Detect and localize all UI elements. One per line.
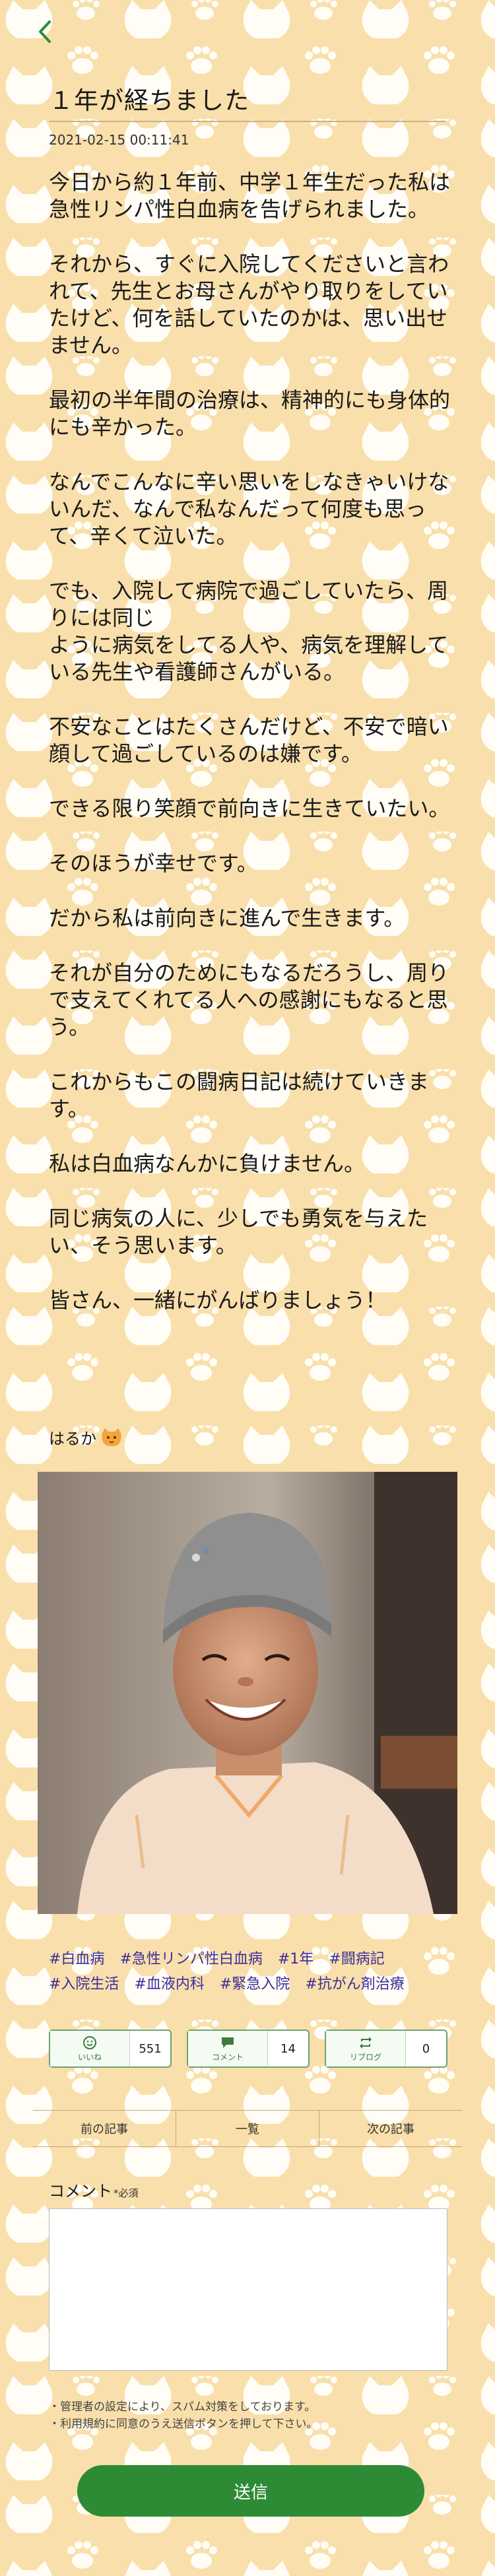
- post-paragraph: これからもこの闘病日記は続けていきます。: [49, 1069, 430, 1121]
- reblog-icon: [360, 2036, 372, 2049]
- spam-note: ・管理者の設定により、スパム対策をしております。: [49, 2400, 316, 2414]
- like-button-label: いいね: [50, 2031, 130, 2066]
- post-paragraph: そのほうが幸せです。: [49, 851, 258, 876]
- hashtag-link[interactable]: #入院生活: [49, 1972, 119, 1997]
- post-paragraph: でも、入院して病院で過ごしていたら、周りには同じ ように病気をしてる人や、病気を…: [49, 578, 449, 684]
- author-signature: はるか: [49, 1426, 123, 1449]
- comment-count: 14: [280, 2041, 296, 2056]
- article-navigation: 前の記事 一覧 次の記事: [33, 2110, 462, 2147]
- reblog-button-label: リブログ: [326, 2031, 406, 2066]
- post-paragraph: できる限り笑顔で前向きに生きていたい。: [49, 796, 450, 821]
- chevron-left-icon: [39, 20, 51, 43]
- post-date: 2021-02-15 00:11:41: [49, 132, 189, 148]
- submit-button[interactable]: 送信: [77, 2465, 424, 2517]
- title-divider: [49, 121, 446, 122]
- post-paragraph: だから私は前向きに進んで生きます。: [49, 906, 405, 931]
- comment-button-label: コメント: [188, 2031, 268, 2066]
- cat-face-icon: [102, 1428, 121, 1446]
- hashtag-link[interactable]: #白血病: [49, 1947, 104, 1972]
- like-button[interactable]: いいね 551: [49, 2030, 172, 2068]
- post-paragraph: 私は白血病なんかに負けません。: [49, 1151, 366, 1176]
- back-button[interactable]: [32, 18, 58, 45]
- like-label: いいね: [77, 2052, 102, 2062]
- tag-list: #白血病 #急性リンパ性白血病 #1年 #闘病記 #入院生活 #血液内科 #緊急…: [49, 1947, 451, 1997]
- hashtag-link[interactable]: #緊急入院: [220, 1972, 290, 1997]
- post-paragraph: 皆さん、一緒にがんばりましょう！: [49, 1288, 387, 1313]
- smile-icon: [83, 2035, 96, 2049]
- post-paragraph: なんでこんなに辛い思いをしなきゃいけないんだ、なんで私なんだって何度も思って、辛…: [49, 469, 449, 548]
- hashtag-link[interactable]: #血液内科: [134, 1972, 204, 1997]
- terms-note: ・利用規約に同意のうえ送信ボタンを押して下さい。: [49, 2418, 318, 2431]
- hashtag-link[interactable]: #1年: [278, 1947, 314, 1972]
- post-paragraph: 不安なことはたくさんだけど、不安で暗い顔して過ごしているのは嫌です。: [49, 714, 449, 766]
- comment-notes: ・管理者の設定により、スパム対策をしております。 ・利用規約に同意のうえ送信ボタ…: [49, 2398, 318, 2433]
- post-body: 今日から約１年前、中学１年生だった私は急性リンパ性白血病を告げられました。 それ…: [49, 169, 451, 1314]
- post-paragraph: それが自分のためにもなるだろうし、周りで支えてくれてる人への感謝にもなると思う。: [49, 960, 449, 1040]
- comment-form-label: コメント *必須: [49, 2178, 139, 2201]
- like-count: 551: [139, 2041, 162, 2056]
- comment-textarea[interactable]: [49, 2208, 447, 2371]
- post-title: １年が経ちました: [49, 86, 249, 115]
- hashtag-link[interactable]: #急性リンパ性白血病: [119, 1947, 262, 1972]
- post-paragraph: 同じ病気の人に、少しでも勇気を与えたい、そう思います。: [49, 1206, 428, 1258]
- comment-label: コメント: [211, 2052, 244, 2062]
- reblog-button[interactable]: リブログ 0: [325, 2030, 447, 2068]
- article-list-link[interactable]: 一覧: [176, 2111, 319, 2146]
- prev-article-link[interactable]: 前の記事: [33, 2111, 176, 2146]
- reaction-bar: いいね 551 コメント 14 リブログ 0: [49, 2030, 447, 2068]
- post-paragraph: 最初の半年間の治療は、精神的にも身体的にも辛かった。: [49, 387, 451, 440]
- speech-bubble-icon: [222, 2037, 234, 2048]
- comment-label-text: コメント: [49, 2182, 112, 2200]
- post-paragraph: 今日から約１年前、中学１年生だった私は急性リンパ性白血病を告げられました。: [49, 170, 451, 222]
- reblog-label: リブログ: [349, 2052, 381, 2062]
- hashtag-link[interactable]: #闘病記: [329, 1947, 384, 1972]
- author-name: はるか: [49, 1430, 96, 1448]
- post-paragraph: それから、すぐに入院してくださいと言われて、先生とお母さんがやり取りをしていたけ…: [49, 251, 449, 358]
- next-article-link[interactable]: 次の記事: [319, 2111, 462, 2146]
- comment-button[interactable]: コメント 14: [187, 2030, 310, 2068]
- hashtag-link[interactable]: #抗がん剤治療: [305, 1972, 404, 1997]
- required-mark: *必須: [114, 2187, 139, 2199]
- reblog-count: 0: [422, 2041, 430, 2056]
- post-photo: [38, 1472, 457, 1914]
